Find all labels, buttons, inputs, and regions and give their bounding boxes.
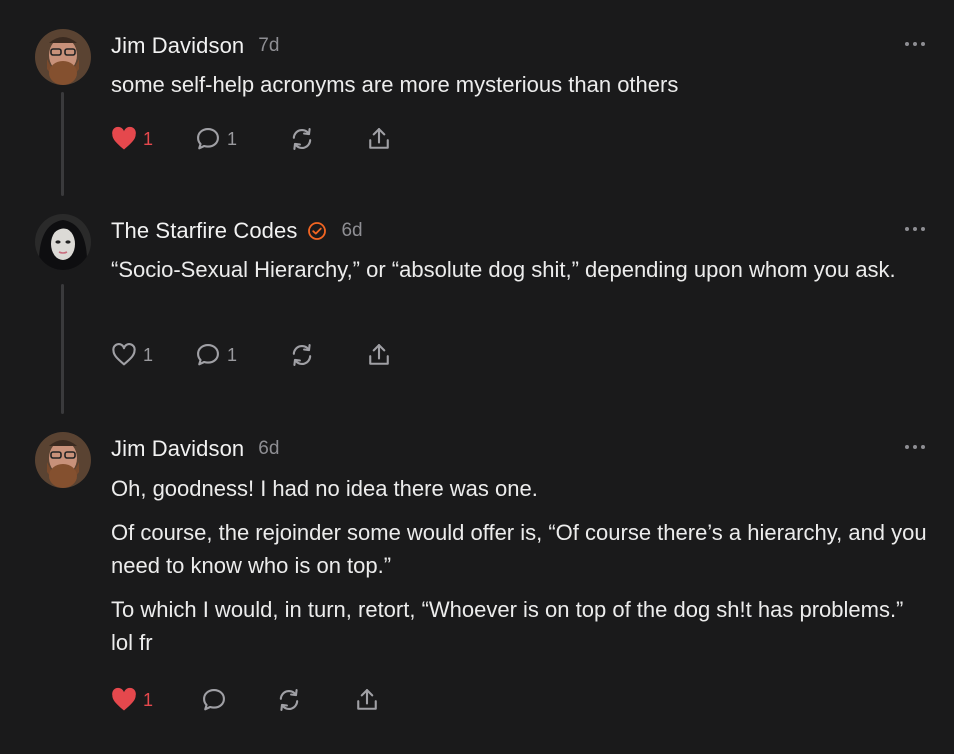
reply-button[interactable]: 1 xyxy=(194,125,237,153)
more-dots-icon xyxy=(905,227,925,231)
comment-bubble-icon xyxy=(197,128,219,150)
comment-body: some self-help acronyms are more mysteri… xyxy=(111,68,931,101)
like-button[interactable]: 1 xyxy=(110,686,153,714)
comment-body: Oh, goodness! I had no idea there was on… xyxy=(111,472,931,659)
comment-header: The Starfire Codes 6d xyxy=(111,218,363,244)
comment-text: some self-help acronyms are more mysteri… xyxy=(111,72,679,97)
avatar[interactable] xyxy=(35,214,91,270)
like-count: 1 xyxy=(143,344,154,365)
comment-body: “Socio-Sexual Hierarchy,” or “absolute d… xyxy=(111,253,901,286)
reply-button[interactable]: 1 xyxy=(194,341,237,369)
comment-paragraph: Of course, the rejoinder some would offe… xyxy=(111,520,927,578)
verified-check-icon xyxy=(307,221,327,241)
comment-header: Jim Davidson 7d xyxy=(111,33,279,59)
more-options-button[interactable] xyxy=(898,34,932,54)
avatar[interactable] xyxy=(35,432,91,488)
heart-icon xyxy=(112,126,136,150)
comment-text: “Socio-Sexual Hierarchy,” or “absolute d… xyxy=(111,257,896,282)
thread-line xyxy=(61,284,64,414)
heart-icon xyxy=(112,343,136,366)
restack-button[interactable] xyxy=(275,686,303,714)
comment-thread: Jim Davidson 7d some self-help acronyms … xyxy=(0,0,954,754)
author-name[interactable]: Jim Davidson xyxy=(111,436,244,462)
heart-icon xyxy=(112,687,136,711)
like-count: 1 xyxy=(143,128,154,149)
thread-line xyxy=(61,92,64,196)
timestamp[interactable]: 6d xyxy=(258,438,279,460)
share-button[interactable] xyxy=(353,686,381,714)
reply-button[interactable] xyxy=(200,686,228,714)
comment-paragraph: Oh, goodness! I had no idea there was on… xyxy=(111,476,538,501)
comment-bubble-icon xyxy=(203,689,225,711)
more-dots-icon xyxy=(905,445,925,449)
timestamp[interactable]: 7d xyxy=(258,35,279,57)
comment-bubble-icon xyxy=(197,344,219,366)
reply-count: 1 xyxy=(227,128,238,149)
restack-icon xyxy=(292,128,312,150)
share-button[interactable] xyxy=(365,341,393,369)
like-count: 1 xyxy=(143,689,154,710)
comment-paragraph: To which I would, in turn, retort, “Whoe… xyxy=(111,597,904,655)
restack-icon xyxy=(292,344,312,366)
restack-button[interactable] xyxy=(288,341,316,369)
comment-header: Jim Davidson 6d xyxy=(111,436,279,462)
share-button[interactable] xyxy=(365,125,393,153)
share-icon xyxy=(369,344,389,365)
like-button[interactable]: 1 xyxy=(110,341,153,369)
author-name[interactable]: Jim Davidson xyxy=(111,33,244,59)
restack-icon xyxy=(279,689,299,711)
more-options-button[interactable] xyxy=(898,437,932,457)
more-dots-icon xyxy=(905,42,925,46)
share-icon xyxy=(369,128,389,149)
restack-button[interactable] xyxy=(288,125,316,153)
timestamp[interactable]: 6d xyxy=(341,220,362,242)
avatar[interactable] xyxy=(35,29,91,85)
author-name[interactable]: The Starfire Codes xyxy=(111,218,297,244)
more-options-button[interactable] xyxy=(898,219,932,239)
like-button[interactable]: 1 xyxy=(110,125,153,153)
share-icon xyxy=(357,689,377,710)
reply-count: 1 xyxy=(227,344,238,365)
